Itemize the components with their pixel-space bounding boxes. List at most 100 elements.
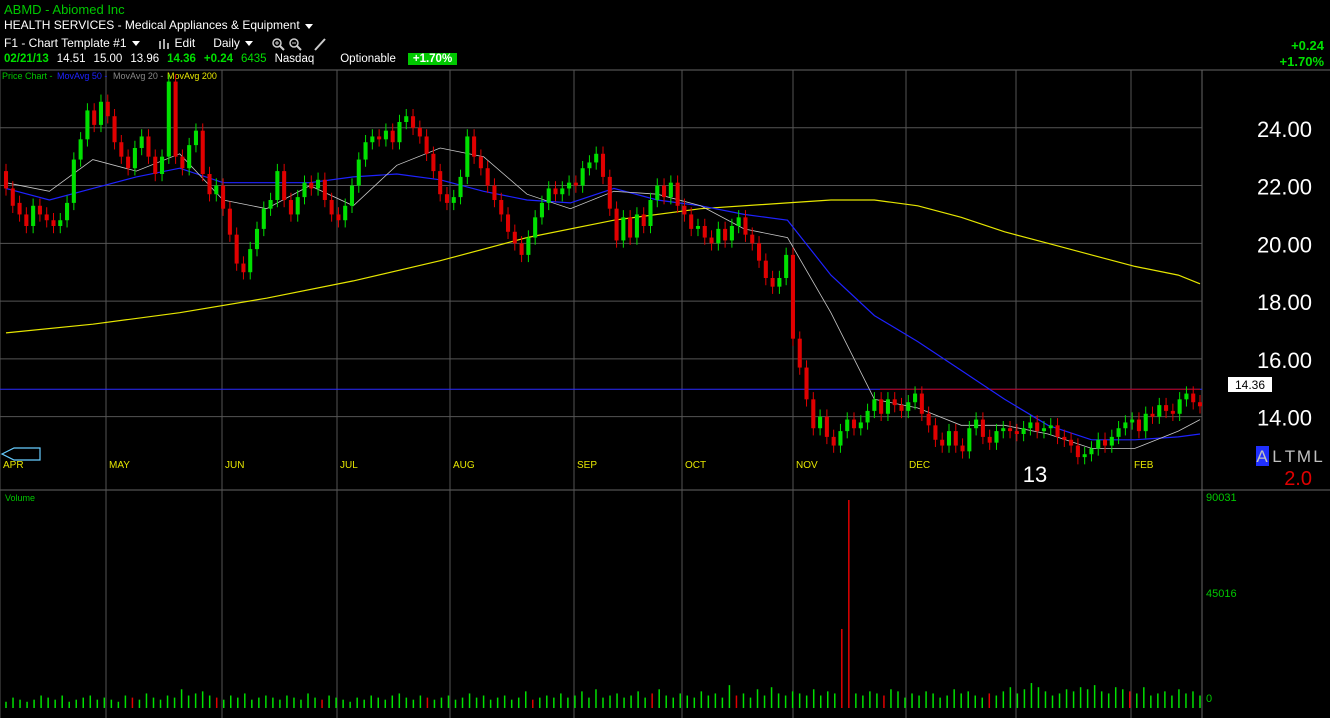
candle-body <box>879 399 884 414</box>
candle-body <box>790 254 795 339</box>
candle-body <box>499 200 504 215</box>
candle-body <box>906 402 911 411</box>
candle-body <box>65 202 70 221</box>
candle-body <box>1096 439 1101 449</box>
candle-body <box>275 171 280 200</box>
volume-tick-label: 45016 <box>1206 588 1237 600</box>
candle-body <box>1136 419 1141 432</box>
candle-body <box>3 171 9 189</box>
candle-body <box>139 136 144 148</box>
candle-body <box>580 168 585 186</box>
candle-body <box>458 176 463 198</box>
candle-body <box>695 226 701 229</box>
candle-body <box>573 182 578 186</box>
candle-body <box>682 205 687 215</box>
candle-body <box>614 208 619 241</box>
candle-body <box>838 431 843 446</box>
grid <box>0 69 1330 718</box>
ma50-line <box>5 167 1201 441</box>
candle-body <box>892 399 897 406</box>
y-tick-label: 18.00 <box>1257 290 1312 315</box>
price-chart[interactable]: Price Chart - MovAvg 50 - MovAvg 20 - Mo… <box>0 0 1330 718</box>
candle-body <box>485 168 490 186</box>
candle-body <box>356 159 361 186</box>
candle-body <box>1075 445 1080 458</box>
candle-body <box>363 142 368 160</box>
candle-body <box>377 136 382 140</box>
candle-body <box>383 130 388 140</box>
candle-body <box>974 419 979 429</box>
candle-body <box>1150 413 1155 417</box>
month-label: JUL <box>340 460 358 471</box>
candle-body <box>1116 428 1121 437</box>
candle-body <box>1048 425 1053 429</box>
candle-body <box>1001 428 1006 432</box>
candle-body <box>994 431 999 443</box>
candle-body <box>1109 436 1114 446</box>
candle-body <box>648 200 653 226</box>
candle-body <box>519 243 524 255</box>
candle-body <box>587 162 592 169</box>
volume-tick-label: 0 <box>1206 693 1212 705</box>
candle-body <box>858 422 863 429</box>
candle-body <box>1191 393 1196 403</box>
candle-body <box>261 208 266 229</box>
candle-body <box>214 185 219 195</box>
scroll-left-icon[interactable] <box>0 447 41 461</box>
candle-body <box>98 101 104 125</box>
candle-body <box>634 214 639 238</box>
candle-body <box>899 405 904 411</box>
candle-body <box>960 445 965 452</box>
candle-body <box>1069 439 1074 446</box>
candle-body <box>173 81 178 157</box>
candle-body <box>180 156 185 169</box>
volume-tick-label: 90031 <box>1206 492 1237 504</box>
candle-body <box>44 214 49 221</box>
candle-body <box>987 436 992 443</box>
legend-ma20: MovAvg 20 - <box>113 71 163 81</box>
candle-body <box>126 156 131 169</box>
candle-body <box>831 436 836 446</box>
candle-body <box>533 217 538 238</box>
candle-body <box>451 197 456 203</box>
candle-body <box>1130 419 1135 423</box>
candle-body <box>112 116 117 143</box>
candle-body <box>227 208 232 235</box>
month-labels: APR MAY JUN JUL AUG SEP OCT NOV DEC FEB <box>3 460 1154 471</box>
rating-letter: L <box>1272 447 1281 466</box>
candle-body <box>288 200 293 215</box>
candle-body <box>797 338 802 368</box>
candle-body <box>370 136 375 143</box>
candle-body <box>465 136 470 177</box>
candles <box>3 74 1203 465</box>
month-label: JUN <box>225 460 244 471</box>
candle-body <box>1055 425 1060 437</box>
candle-body <box>919 393 924 414</box>
candle-body <box>248 249 253 273</box>
candle-body <box>478 156 483 169</box>
candle-body <box>750 234 755 244</box>
candle-body <box>153 156 158 174</box>
candle-body <box>1089 448 1094 455</box>
candle-body <box>512 231 517 244</box>
candle-body <box>424 136 429 154</box>
candle-body <box>234 234 239 264</box>
candle-body <box>268 200 273 209</box>
candle-body <box>594 153 599 163</box>
candle-body <box>763 260 768 278</box>
candle-body <box>322 179 327 200</box>
candle-body <box>662 185 667 198</box>
candle-body <box>397 122 402 143</box>
candle-body <box>166 81 171 157</box>
candle-body <box>1197 402 1203 407</box>
candle-body <box>10 188 15 206</box>
candle-body <box>1102 439 1108 446</box>
candle-body <box>295 197 300 215</box>
candle-body <box>539 202 544 218</box>
candle-body <box>316 179 321 189</box>
candle-body <box>967 428 972 452</box>
candle-body <box>641 214 646 226</box>
candle-body <box>567 182 572 189</box>
rating-letter: A <box>1256 447 1268 466</box>
y-tick-label: 20.00 <box>1257 232 1312 257</box>
